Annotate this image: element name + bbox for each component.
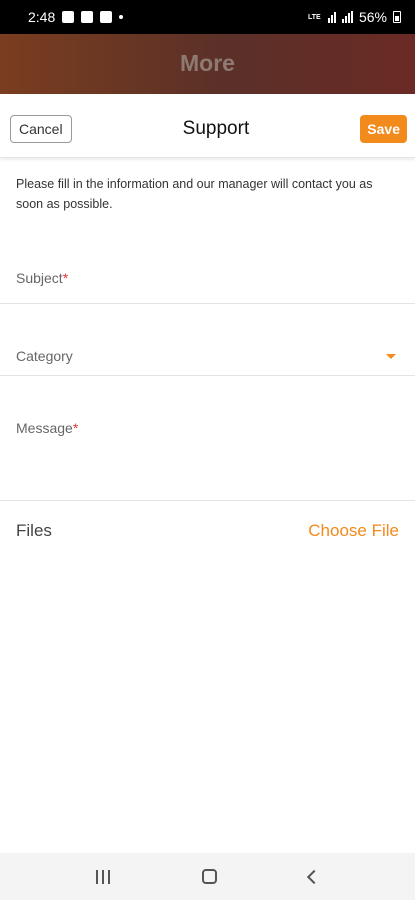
backdrop-title: More (180, 50, 235, 76)
required-mark: * (72, 420, 79, 436)
battery-icon (393, 11, 401, 23)
checklist-icon (100, 11, 113, 23)
gallery-icon (62, 11, 75, 23)
page-title: Support (182, 117, 250, 139)
files-row: Files Choose File (0, 501, 415, 561)
files-label: Files (16, 521, 52, 540)
back-icon[interactable] (306, 869, 322, 884)
message-label: Message* (16, 420, 79, 436)
category-select[interactable]: Category (0, 304, 415, 376)
subject-field[interactable]: Subject* (0, 250, 415, 304)
wifi-icon (327, 11, 336, 23)
backdrop-header: More (0, 34, 415, 94)
navigation-bar (0, 853, 415, 900)
choose-file-button[interactable]: Choose File (308, 521, 399, 541)
recents-icon[interactable] (96, 869, 110, 884)
notification-dot-icon (119, 15, 124, 19)
status-bar: 2:48 LTE 56% (0, 0, 415, 34)
signal-icon (341, 11, 353, 23)
message-field[interactable]: Message* (0, 376, 415, 501)
intro-text: Please fill in the information and our m… (16, 177, 373, 211)
home-icon[interactable] (202, 869, 217, 884)
sheet-toolbar: Cancel Support Save (0, 100, 415, 158)
category-label: Category (16, 348, 73, 364)
network-type-label: LTE (307, 13, 321, 21)
chevron-down-icon (386, 354, 396, 359)
battery-percent: 56% (358, 9, 387, 25)
support-sheet: Cancel Support Save Please fill in the i… (0, 100, 415, 853)
save-button[interactable]: Save (360, 114, 407, 143)
download-icon (81, 11, 94, 23)
cancel-button[interactable]: Cancel (10, 114, 72, 143)
status-time: 2:48 (28, 9, 56, 25)
required-mark: * (62, 270, 69, 286)
subject-label: Subject* (16, 270, 69, 286)
